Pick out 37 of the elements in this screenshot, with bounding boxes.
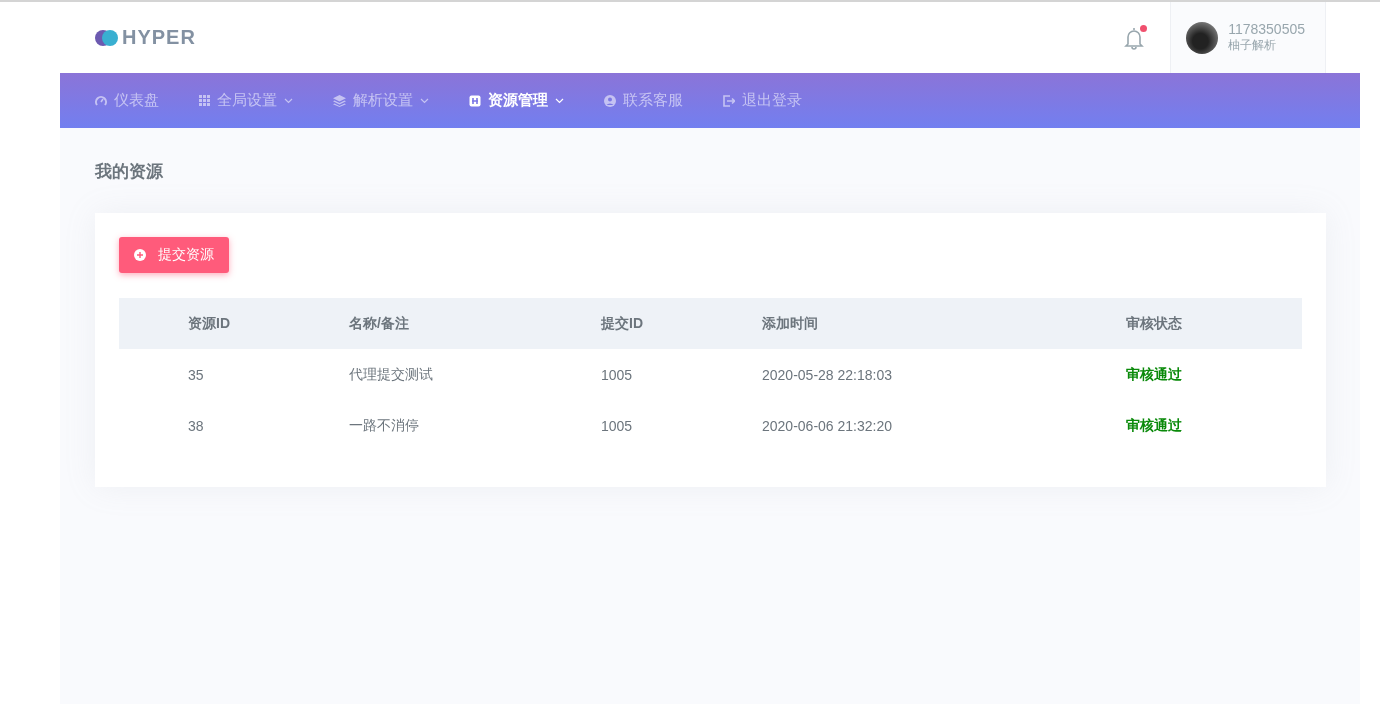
column-header: 审核状态 — [1126, 314, 1183, 333]
user-circle-icon — [604, 94, 616, 107]
nav-item[interactable]: 全局设置 — [199, 91, 293, 110]
nav-item[interactable]: 联系客服 — [604, 91, 683, 110]
table-cell-text: 2020-06-06 21:32:20 — [762, 417, 893, 434]
table-cell-text: 一路不消停 — [349, 416, 420, 435]
user-subtitle: 柚子解析 — [1228, 37, 1278, 54]
table-cell-text: 38 — [188, 417, 205, 434]
column-header: 资源ID — [188, 314, 231, 333]
table-cell-text: 2020-05-28 22:18:03 — [762, 366, 893, 383]
plus-circle-icon — [134, 249, 146, 261]
user-menu[interactable]: 1178350505 柚子解析 — [1170, 2, 1326, 73]
page-title: 我的资源 — [94, 161, 164, 183]
logout-icon — [723, 94, 735, 107]
column-header: 名称/备注 — [349, 314, 410, 333]
nav-item[interactable]: 资源管理 — [469, 91, 564, 110]
table-cell-text: 35 — [188, 366, 205, 383]
nav-item[interactable]: 退出登录 — [723, 91, 802, 110]
square-icon — [469, 94, 481, 107]
avatar — [1186, 21, 1219, 54]
table-cell-text: 1005 — [601, 366, 634, 383]
column-header: 提交ID — [601, 314, 644, 333]
logo-icon — [95, 29, 119, 46]
gauge-icon — [95, 94, 107, 107]
bell-icon[interactable] — [1123, 25, 1146, 50]
layers-icon — [333, 94, 346, 107]
column-header: 添加时间 — [762, 314, 819, 333]
nav-item[interactable]: 仪表盘 — [95, 91, 159, 110]
user-name: 1178350505 — [1228, 21, 1305, 37]
table-cell-text: 1005 — [601, 417, 634, 434]
table-cell-text: 代理提交测试 — [349, 365, 434, 384]
grid-icon — [199, 95, 210, 106]
nav-item[interactable]: 解析设置 — [333, 91, 429, 110]
status-text: 审核通过 — [1126, 365, 1183, 384]
status-text: 审核通过 — [1126, 416, 1183, 435]
logo-text: HYPER — [122, 26, 196, 49]
submit-button[interactable]: 提交资源 — [119, 237, 229, 273]
